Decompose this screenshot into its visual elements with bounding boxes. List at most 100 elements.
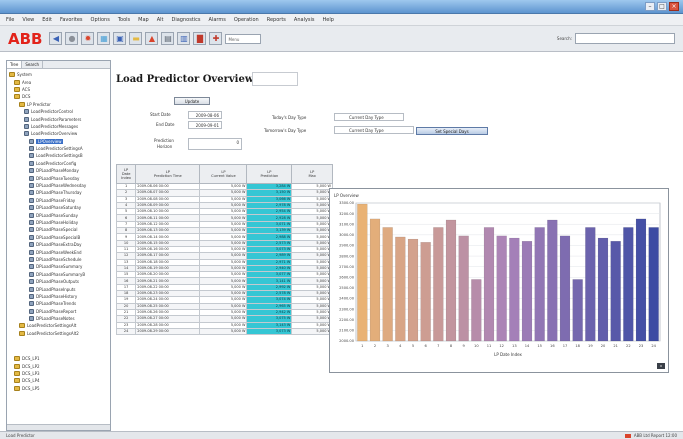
minimize-icon[interactable]: – <box>645 2 655 11</box>
object-icon <box>29 205 34 211</box>
update-button[interactable]: Update <box>174 97 210 105</box>
tree-item[interactable]: DPLoadPhaseOutputs <box>9 278 110 285</box>
tree-item[interactable]: LP Predictor <box>9 101 110 108</box>
menu-item-help[interactable]: Help <box>323 17 334 23</box>
tree-item[interactable]: DPLoadPhaseSaturday <box>9 204 110 211</box>
tree-item[interactable]: LoadPredictorOverview <box>9 130 110 137</box>
folder-icon[interactable]: ▬ <box>129 32 143 45</box>
column-header[interactable]: LP Prediction <box>246 164 293 184</box>
column-header[interactable]: LP Current Value <box>199 164 248 184</box>
tree-item[interactable]: LoadPredictorConfig <box>9 160 110 167</box>
object-icon <box>29 183 34 189</box>
tree-item[interactable]: LoadPredictorSettingsA <box>9 145 110 152</box>
y-tick-label: 2500.00 <box>339 286 355 290</box>
alarm-icon[interactable]: ✹ <box>81 32 95 45</box>
tree-item[interactable]: DPLoadPhaseSummary <box>9 263 110 270</box>
close-icon[interactable]: × <box>669 2 679 11</box>
tree-item[interactable]: DPLoadPhaseFriday <box>9 197 110 204</box>
bar <box>357 203 368 342</box>
menu-item-favorites[interactable]: Favorites <box>60 17 83 23</box>
y-tick-label: 3300.00 <box>339 201 355 205</box>
stop-icon[interactable]: ● <box>65 32 79 45</box>
tab-search[interactable]: Search <box>22 61 44 68</box>
tree-item[interactable]: DPLoadPhaseTrends <box>9 300 110 307</box>
tree-item[interactable]: DPLoadPhaseWeekEnd <box>9 248 110 255</box>
toolbar-combo[interactable]: Menu <box>225 33 262 44</box>
object-icon <box>29 220 34 225</box>
menu-item-file[interactable]: File <box>6 17 14 23</box>
menu-item-reports[interactable]: Reports <box>267 17 286 23</box>
tree-item[interactable]: DPLoadPhaseMonday <box>9 167 110 174</box>
back-icon[interactable]: ◀ <box>49 32 63 45</box>
report-icon[interactable]: ▥ <box>177 32 191 45</box>
menu-item-diagnostics[interactable]: Diagnostics <box>172 17 201 23</box>
tree-item[interactable]: DCS <box>9 93 110 100</box>
window-icon[interactable]: ▣ <box>113 32 127 45</box>
tree-item[interactable]: ACS <box>9 86 110 93</box>
tree-item[interactable]: DPLoadPhaseHistory <box>9 293 110 300</box>
menu-item-operation[interactable]: Operation <box>234 17 259 23</box>
tree-item[interactable]: DCS_LP4 <box>9 377 110 384</box>
menu-item-analysis[interactable]: Analysis <box>294 17 315 23</box>
search-input[interactable] <box>575 33 675 44</box>
x-tick-label: 15 <box>537 344 542 348</box>
tree-item[interactable]: LoadPredictorSettingsB <box>9 152 110 159</box>
tab-tree[interactable]: Tree <box>7 61 23 68</box>
object-icon <box>29 234 34 240</box>
tree-item[interactable]: LoadPredictorMessages <box>9 123 110 130</box>
today-daytype-field[interactable]: Current Day Type <box>334 113 404 121</box>
menu-item-options[interactable]: Options <box>91 17 110 23</box>
tree-item[interactable]: DPLoadPhaseInputs <box>9 285 110 292</box>
object-icon <box>24 131 29 137</box>
menu-item-view[interactable]: View <box>22 17 34 23</box>
prediction-field[interactable]: 0 <box>188 138 242 150</box>
tree-item[interactable]: DPLoadPhaseHoliday <box>9 219 110 226</box>
tree-item[interactable]: DPLoadPhaseSunday <box>9 211 110 218</box>
tree-item[interactable]: DPLoadPhaseNotes <box>9 315 110 322</box>
maximize-icon[interactable]: □ <box>657 2 667 11</box>
column-header[interactable]: LP Prediction Time <box>135 164 201 184</box>
tree-item[interactable]: DPLoadPhaseWednesday <box>9 182 110 189</box>
tree-item[interactable]: DPLoadPhaseReport <box>9 308 110 315</box>
tree-item[interactable]: DPLoadPhaseThursday <box>9 189 110 196</box>
start-date-field[interactable]: 2009-08-06 <box>188 111 222 119</box>
tree-item[interactable]: DPLoadPhaseTuesday <box>9 174 110 181</box>
tree-item[interactable]: DCS_LP2 <box>9 362 110 369</box>
tree-item[interactable]: LoadPredictorControl <box>9 108 110 115</box>
chart-close-button[interactable]: x <box>657 363 665 369</box>
chart-icon[interactable]: ▇ <box>193 32 207 45</box>
menu-item-alt[interactable]: Alt <box>157 17 164 23</box>
tree-item-label: DPLoadPhaseSpecialB <box>36 234 81 240</box>
tree-item[interactable]: DPLoadPhaseSpecial <box>9 226 110 233</box>
print-icon[interactable]: ▤ <box>161 32 175 45</box>
tree-item-label: LoadPredictorControl <box>31 109 73 115</box>
column-header[interactable]: LP Max <box>291 164 333 184</box>
sidebar-scrollbar[interactable] <box>7 424 110 430</box>
pin-icon[interactable]: ✚ <box>209 32 223 45</box>
tree-item[interactable]: LPOverview <box>9 138 110 145</box>
tree-item[interactable]: System <box>9 71 110 78</box>
tree-item[interactable]: DPLoadPhaseExtraDay <box>9 241 110 248</box>
tree-item[interactable]: DCS_LP1 <box>9 355 110 362</box>
tree-item[interactable]: LoadPredictorSettingsAlt2 <box>9 330 110 337</box>
tomorrow-daytype-field[interactable]: Current Day Type <box>334 126 414 134</box>
tree-item[interactable]: DPLoadPhaseSchedule <box>9 256 110 263</box>
tree-item[interactable]: DCS_LP3 <box>9 370 110 377</box>
table-row[interactable]: 24 2009-08-29 00:00 5,000 W 3,073 W 5,000 W <box>115 327 333 336</box>
tree-item[interactable]: LoadPredictorParameters <box>9 115 110 122</box>
menu-item-tools[interactable]: Tools <box>118 17 130 23</box>
end-date-field[interactable]: 2009-09-01 <box>188 121 222 129</box>
main-area: Load Predictor Overview Update Start Dat… <box>112 60 682 431</box>
menu-item-alarms[interactable]: Alarms <box>209 17 226 23</box>
tree-item[interactable]: LoadPredictorSettingsAlt <box>9 322 110 329</box>
menu-item-map[interactable]: Map <box>138 17 149 23</box>
tree-item[interactable]: DCS_LP5 <box>9 385 110 392</box>
trend-icon[interactable]: ▲ <box>145 32 159 45</box>
grid-icon[interactable]: ▦ <box>97 32 111 45</box>
menu-item-edit[interactable]: Edit <box>42 17 52 23</box>
tree-item[interactable]: DPLoadPhaseSummaryB <box>9 271 110 278</box>
set-special-days-button[interactable]: Set Special Days <box>416 127 488 135</box>
tree-item[interactable]: DPLoadPhaseSpecialB <box>9 234 110 241</box>
tree-item[interactable]: Area <box>9 78 110 85</box>
column-header[interactable]: LP Date Index <box>115 164 137 184</box>
